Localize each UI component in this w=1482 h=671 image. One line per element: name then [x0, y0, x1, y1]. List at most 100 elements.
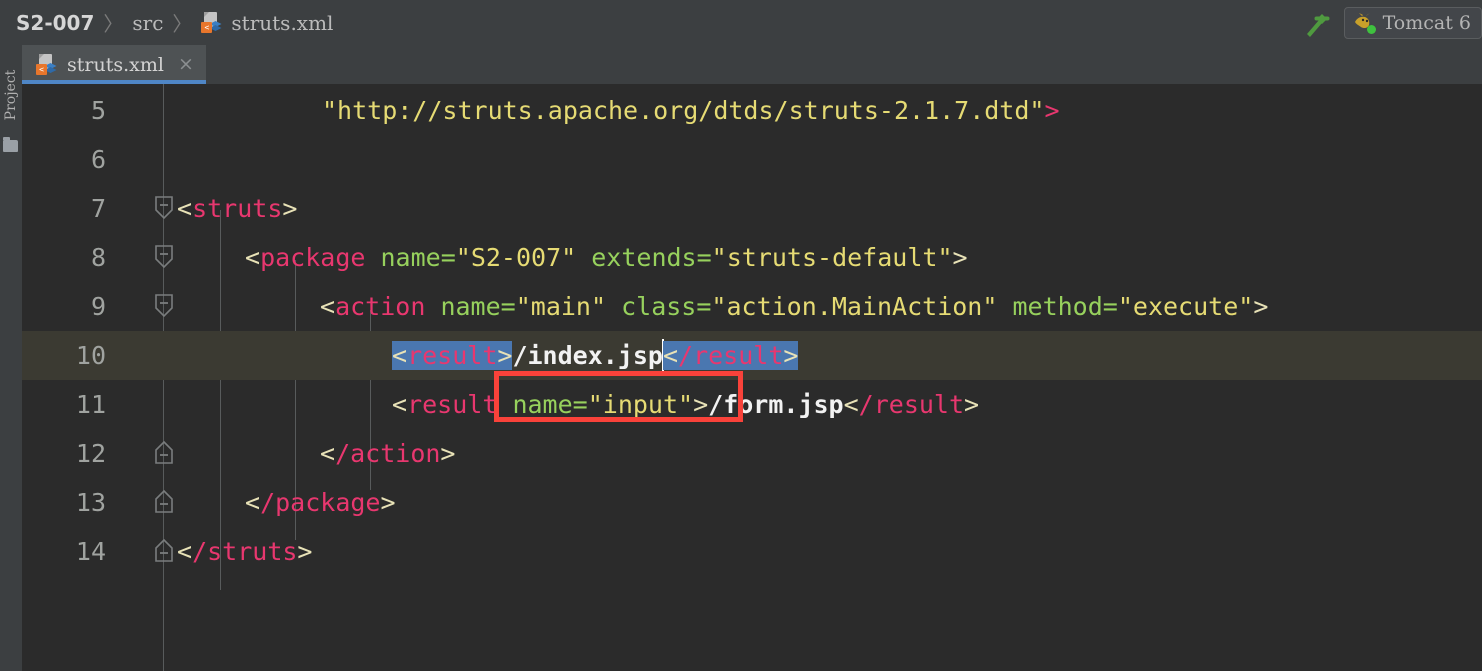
code-line[interactable]: 10 <result>/index.jsp</result>	[22, 331, 1482, 380]
xml-file-icon: <	[201, 11, 223, 34]
code-text[interactable]: <struts>	[177, 184, 297, 233]
line-number: 7	[90, 194, 106, 223]
code-token-punct	[425, 292, 440, 321]
code-token-punct	[997, 292, 1012, 321]
code-text[interactable]: <result>/index.jsp</result>	[392, 331, 799, 380]
code-token-punct: >	[964, 390, 980, 419]
editor-tab-row: < struts.xml ×	[22, 45, 1482, 84]
code-token-attr: =	[440, 243, 456, 272]
code-text[interactable]: "http://struts.apache.org/dtds/struts-2.…	[322, 86, 1060, 135]
code-token-punct: <	[177, 194, 193, 223]
ide-window: S2-007 〉 src 〉 < struts.xml Tomcat 6 Pro…	[0, 0, 1482, 671]
code-text[interactable]: <result name="input">/form.jsp</result>	[392, 380, 979, 429]
xml-file-icon: <	[36, 53, 58, 76]
code-token-tag: /result	[858, 390, 965, 419]
code-text[interactable]: <action name="main" class="action.MainAc…	[320, 282, 1268, 331]
code-token-tag: action	[335, 292, 426, 321]
code-line[interactable]: 14 </struts>	[22, 527, 1482, 576]
close-icon[interactable]: ×	[178, 55, 194, 74]
code-token-punct: >	[282, 194, 298, 223]
code-token-punct	[497, 390, 512, 419]
fold-marker-close[interactable]	[153, 489, 175, 515]
code-line[interactable]: 9 <action name="main" class="action.MainA…	[22, 282, 1482, 331]
build-button[interactable]	[1296, 6, 1336, 40]
breadcrumb-separator-icon: 〉	[172, 12, 193, 36]
sidebar-item-project[interactable]: Project	[3, 64, 19, 126]
code-token-val: "input"	[587, 390, 694, 419]
code-line[interactable]: 7 <struts>	[22, 184, 1482, 233]
code-token-tag: >	[1044, 96, 1060, 125]
code-token-punct: <	[177, 537, 193, 566]
code-token-punct: >	[380, 488, 396, 517]
line-number: 6	[90, 145, 106, 174]
code-token-attr: class	[621, 292, 697, 321]
code-token-attr: method	[1012, 292, 1103, 321]
code-token-val: "action.MainAction"	[711, 292, 998, 321]
tab-struts-xml[interactable]: < struts.xml ×	[22, 45, 206, 84]
run-configuration-selector[interactable]: Tomcat 6	[1343, 6, 1482, 39]
tomcat-icon	[1353, 12, 1376, 34]
code-text[interactable]: <package name="S2-007" extends="struts-d…	[245, 233, 968, 282]
code-token-tag: /action	[335, 439, 441, 468]
code-text[interactable]: </action>	[320, 429, 455, 478]
code-line[interactable]: 6	[22, 135, 1482, 184]
line-number: 13	[75, 488, 106, 517]
code-token-punct: >	[952, 243, 968, 272]
code-token-tag: struts	[192, 194, 283, 223]
code-line[interactable]: 12 </action>	[22, 429, 1482, 478]
code-token-attr: =	[500, 292, 516, 321]
code-token-punct: >	[440, 439, 456, 468]
code-token-tag: result	[407, 390, 498, 419]
folder-icon	[3, 137, 18, 152]
run-status-dot	[1366, 24, 1376, 34]
fold-marker-open[interactable]	[153, 293, 175, 319]
breadcrumb-separator-icon: 〉	[103, 12, 124, 36]
code-token-attr: extends	[591, 243, 697, 272]
breadcrumb-item-file[interactable]: struts.xml	[231, 11, 333, 35]
code-token-punct: >	[783, 341, 799, 370]
code-token-punct: >	[497, 341, 513, 370]
fold-marker-open[interactable]	[153, 195, 175, 221]
code-token-tag: result	[407, 341, 498, 370]
line-number: 14	[75, 537, 106, 566]
code-token-punct: <	[320, 292, 336, 321]
code-token-tag: /package	[260, 488, 381, 517]
code-token-val: "S2-007"	[455, 243, 577, 272]
tab-label: struts.xml	[67, 53, 164, 76]
code-editor[interactable]: 5 "http://struts.apache.org/dtds/struts-2…	[22, 84, 1482, 671]
code-token-str: "http://struts.apache.org/dtds/struts-2.…	[322, 96, 1045, 125]
code-line[interactable]: 8 <package name="S2-007" extends="struts-…	[22, 233, 1482, 282]
line-number: 11	[75, 390, 106, 419]
code-token-attr: name	[380, 243, 441, 272]
fold-marker-close[interactable]	[153, 538, 175, 564]
run-configuration-label: Tomcat 6	[1382, 11, 1471, 34]
code-token-val: "main"	[515, 292, 607, 321]
line-number: 9	[90, 292, 106, 321]
code-line[interactable]: 11 <result name="input">/form.jsp</result…	[22, 380, 1482, 429]
code-token-val: "execute"	[1117, 292, 1254, 321]
code-text[interactable]: </package>	[245, 478, 396, 527]
code-line[interactable]: 13 </package>	[22, 478, 1482, 527]
toolbar-right: Tomcat 6	[1296, 0, 1482, 45]
code-token-text: /index.jsp	[512, 341, 663, 370]
code-token-punct: <	[392, 341, 408, 370]
line-number: 10	[75, 341, 106, 370]
code-token-punct: >	[693, 390, 709, 419]
code-token-text: /form.jsp	[708, 390, 844, 419]
code-token-tag: /struts	[192, 537, 298, 566]
code-line[interactable]: 5 "http://struts.apache.org/dtds/struts-2…	[22, 86, 1482, 135]
breadcrumb-item-project[interactable]: S2-007	[16, 11, 94, 35]
code-token-punct: >	[297, 537, 313, 566]
fold-marker-open[interactable]	[153, 244, 175, 270]
breadcrumb-item-src[interactable]: src	[132, 11, 163, 35]
code-token-attr: =	[696, 243, 712, 272]
code-token-punct	[606, 292, 621, 321]
left-tool-window-stripe: Project	[0, 45, 23, 671]
line-number: 12	[75, 439, 106, 468]
fold-marker-close[interactable]	[153, 440, 175, 466]
code-token-punct: <	[245, 243, 261, 272]
code-text[interactable]: </struts>	[177, 527, 312, 576]
line-number: 8	[90, 243, 106, 272]
code-token-attr: name	[440, 292, 501, 321]
code-token-punct: <	[662, 341, 679, 370]
